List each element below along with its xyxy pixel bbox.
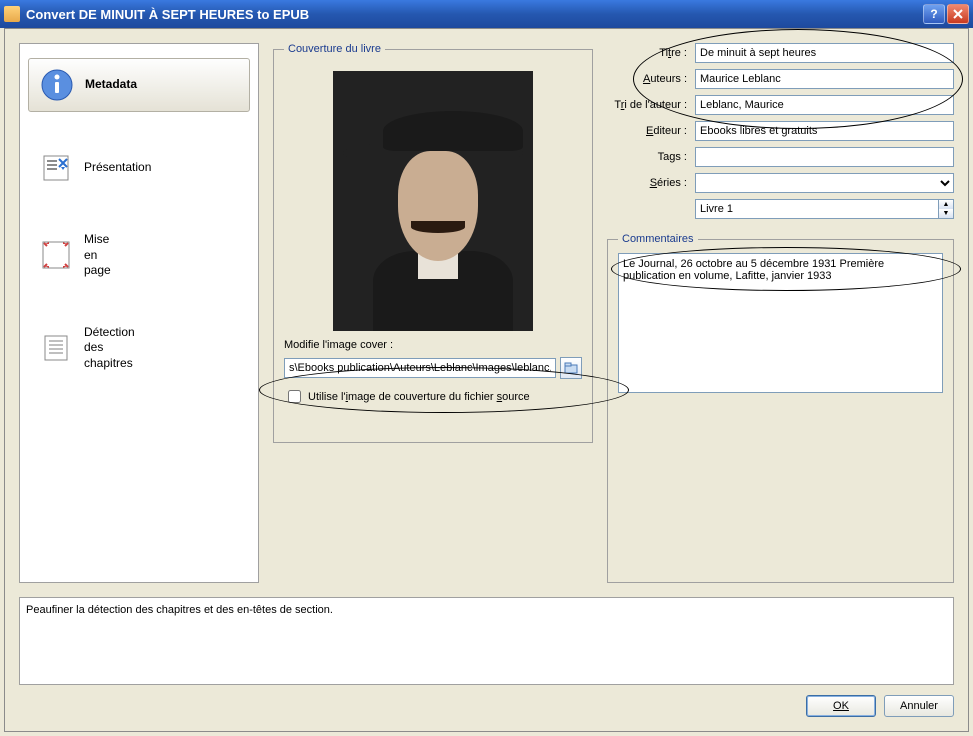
authorsort-label: Tri de l'auteur :: [607, 99, 695, 111]
comments-legend: Commentaires: [618, 233, 698, 245]
sidebar-item-chapters[interactable]: Détection des chapitres: [28, 317, 250, 380]
use-source-cover-checkbox[interactable]: [288, 390, 301, 403]
cover-legend: Couverture du livre: [284, 43, 385, 55]
use-source-cover-label: Utilise l'image de couverture du fichier…: [308, 391, 530, 403]
cover-fieldset: Couverture du livre Modifie l'image cove…: [273, 43, 593, 443]
help-button[interactable]: ?: [923, 4, 945, 24]
window-title: Convert DE MINUIT À SEPT HEURES to EPUB: [26, 7, 923, 22]
sidebar-item-label: Mise en page: [84, 232, 111, 279]
folder-open-icon: [564, 361, 578, 375]
chapters-icon: [38, 330, 74, 366]
title-label: Titre :: [607, 47, 695, 59]
comments-textarea[interactable]: Le Journal, 26 octobre au 5 décembre 193…: [618, 253, 943, 393]
sidebar-item-presentation[interactable]: Présentation: [28, 142, 250, 194]
title-input[interactable]: [695, 43, 954, 63]
cancel-button[interactable]: Annuler: [884, 695, 954, 717]
layout-icon: [38, 237, 74, 273]
authors-input[interactable]: [695, 69, 954, 89]
help-strip: Peaufiner la détection des chapitres et …: [19, 597, 954, 685]
close-icon: [953, 9, 963, 19]
help-text: Peaufiner la détection des chapitres et …: [26, 604, 333, 616]
spin-down-button[interactable]: ▼: [939, 209, 953, 218]
sidebar-item-label: Détection des chapitres: [84, 325, 135, 372]
ok-button[interactable]: OK: [806, 695, 876, 717]
content-area: Couverture du livre Modifie l'image cove…: [273, 43, 954, 583]
sidebar-item-label: Metadata: [85, 77, 137, 93]
app-icon: [4, 6, 20, 22]
authors-label: Auteurs :: [607, 73, 695, 85]
sidebar-item-label: Présentation: [84, 160, 151, 176]
spin-up-button[interactable]: ▲: [939, 200, 953, 209]
sidebar-item-metadata[interactable]: Metadata: [28, 58, 250, 112]
titlebar: Convert DE MINUIT À SEPT HEURES to EPUB …: [0, 0, 973, 28]
tags-input[interactable]: [695, 147, 954, 167]
presentation-icon: [38, 150, 74, 186]
info-icon: [39, 67, 75, 103]
sidebar: Metadata Présentation Mise en page Détec…: [19, 43, 259, 583]
publisher-input[interactable]: [695, 121, 954, 141]
series-label: Séries :: [607, 177, 695, 189]
publisher-label: Editeur :: [607, 125, 695, 137]
sidebar-item-layout[interactable]: Mise en page: [28, 224, 250, 287]
comments-fieldset: Commentaires Le Journal, 26 octobre au 5…: [607, 233, 954, 583]
series-select[interactable]: [695, 173, 954, 193]
series-index-input[interactable]: [695, 199, 938, 219]
authorsort-input[interactable]: [695, 95, 954, 115]
tags-label: Tags :: [607, 151, 695, 163]
close-button[interactable]: [947, 4, 969, 24]
modify-cover-label: Modifie l'image cover :: [284, 339, 582, 351]
cover-path-input[interactable]: [284, 358, 556, 378]
browse-button[interactable]: [560, 357, 582, 379]
cover-image: [333, 71, 533, 331]
